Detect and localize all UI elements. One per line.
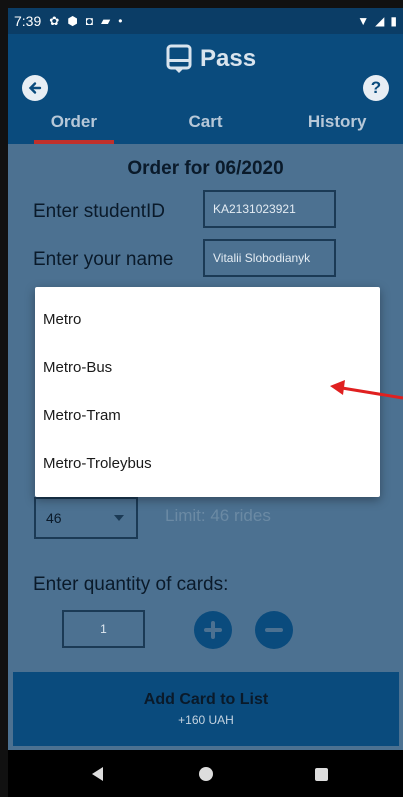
- nav-recents-icon[interactable]: [315, 768, 328, 781]
- name-label: Enter your name: [33, 249, 174, 270]
- nav-back-icon[interactable]: [92, 767, 103, 781]
- page-title: Pass: [200, 45, 257, 72]
- order-title: Order for 06/2020: [127, 158, 284, 179]
- system-nav-bar: [8, 750, 403, 797]
- student-id-field[interactable]: KA2131023921: [203, 190, 336, 228]
- minus-icon: [265, 628, 283, 632]
- add-card-button[interactable]: Add Card to List +160 UAH: [13, 672, 399, 746]
- status-time: 7:39: [14, 13, 42, 29]
- battery-icon: ▮: [390, 14, 397, 28]
- quantity-label: Enter quantity of cards:: [33, 574, 229, 595]
- sd-card-icon: ▰: [101, 14, 111, 28]
- limit-text: Limit: 46 rides: [165, 506, 271, 525]
- tab-bar: Order Cart History: [8, 108, 403, 144]
- student-id-label: Enter studentID: [33, 201, 166, 222]
- annotation-arrow-icon: [330, 380, 403, 400]
- tab-order[interactable]: Order: [8, 108, 140, 144]
- quantity-field[interactable]: 1: [62, 610, 145, 648]
- plus-icon: [204, 621, 222, 639]
- tab-history[interactable]: History: [271, 108, 403, 144]
- chevron-down-icon: [114, 515, 124, 521]
- status-right: ▼ ◢ ▮: [357, 15, 397, 27]
- rides-select[interactable]: 46: [34, 497, 138, 539]
- nav-home-icon[interactable]: [199, 767, 213, 781]
- pass-card-icon: [166, 44, 192, 73]
- dropdown-option-metro[interactable]: Metro: [35, 295, 380, 343]
- back-button[interactable]: [22, 75, 48, 101]
- dot-icon: •: [118, 14, 123, 28]
- status-left: 7:39 ✿ ⬢ ◘ ▰ •: [14, 13, 122, 29]
- app-title: Pass: [166, 44, 256, 74]
- rides-select-value: 46: [46, 510, 62, 526]
- decrease-quantity-button[interactable]: [255, 611, 293, 649]
- add-card-price: +160 UAH: [178, 713, 234, 727]
- arrow-left-icon: [28, 82, 42, 94]
- help-icon: ?: [370, 78, 382, 97]
- app-bar: Pass ? Order Cart History: [8, 34, 403, 144]
- dropdown-option-metro-troleybus[interactable]: Metro-Troleybus: [35, 439, 380, 487]
- signal-icon: ◢: [375, 14, 385, 28]
- status-bar: 7:39 ✿ ⬢ ◘ ▰ • ▼ ◢ ▮: [8, 8, 403, 34]
- increase-quantity-button[interactable]: [194, 611, 232, 649]
- notification-icon: ◘: [85, 14, 94, 28]
- settings-icon: ✿: [49, 14, 60, 28]
- tab-cart[interactable]: Cart: [140, 108, 272, 144]
- wifi-icon: ▼: [357, 14, 370, 28]
- help-button[interactable]: ?: [363, 75, 389, 101]
- shield-icon: ⬢: [67, 14, 78, 28]
- name-field[interactable]: Vitalii Slobodianyk: [203, 239, 336, 277]
- add-card-label: Add Card to List: [143, 691, 269, 708]
